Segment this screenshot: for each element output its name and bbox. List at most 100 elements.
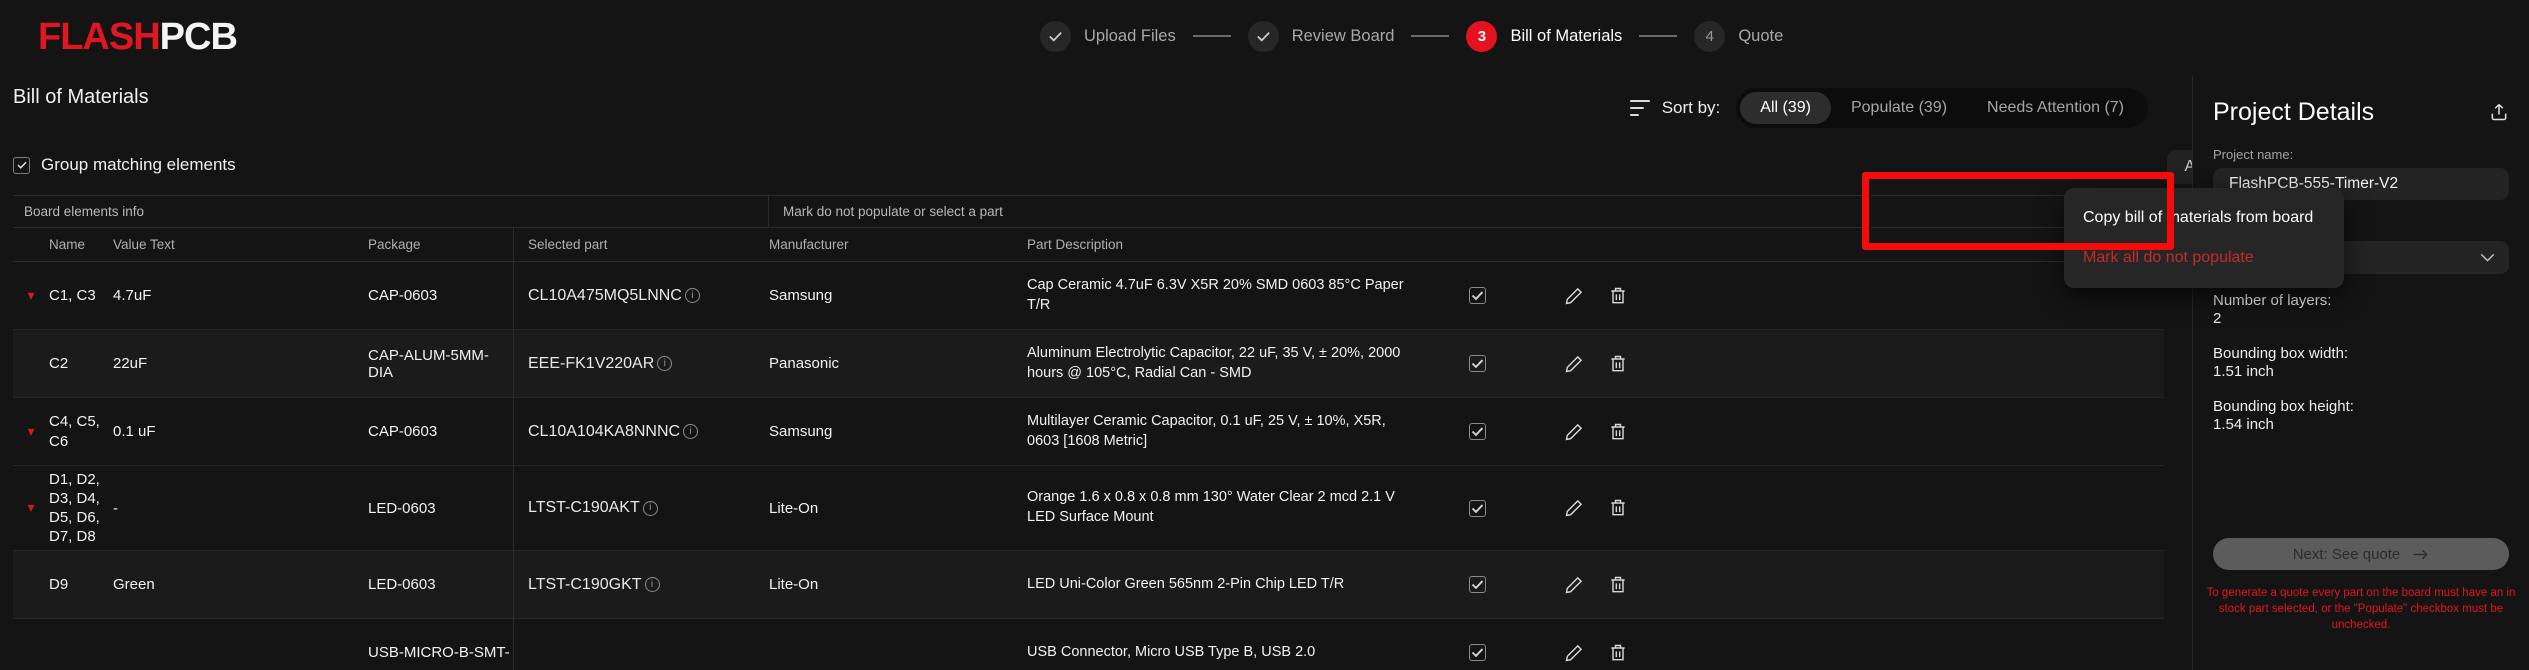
- checkbox-icon[interactable]: [13, 156, 30, 174]
- step-marker-number: 3: [1466, 20, 1498, 52]
- step-label: Quote: [1738, 26, 1784, 45]
- cell-selected-part[interactable]: EEE-FK1V220AR i: [514, 355, 769, 373]
- populate-checkbox[interactable]: [1469, 423, 1486, 440]
- sort-controls: Sort by: All (39) Populate (39) Needs At…: [1629, 88, 2148, 128]
- cell-populate[interactable]: [1427, 644, 1550, 661]
- cell-manufacturer: Lite-On: [769, 499, 819, 517]
- delete-icon[interactable]: [1608, 422, 1628, 442]
- delete-icon[interactable]: [1608, 643, 1628, 663]
- menu-item-mark-all-dnp[interactable]: Mark all do not populate: [2064, 238, 2344, 278]
- filter-needs-attention[interactable]: Needs Attention (7): [1967, 92, 2144, 124]
- delete-icon[interactable]: [1608, 354, 1628, 374]
- cell-actions: [1550, 354, 1665, 374]
- table-row[interactable]: ▾ D1, D2, D3, D4, D5, D6, D7, D8 - LED-0…: [13, 466, 2164, 551]
- logo-flash: LASH: [60, 16, 160, 58]
- bounding-box-height-label: Bounding box height:: [2213, 398, 2354, 415]
- chevron-down-icon: ▾: [27, 422, 35, 439]
- step-divider: [1639, 35, 1678, 37]
- menu-item-copy-bom[interactable]: Copy bill of materials from board: [2064, 198, 2344, 238]
- bounding-box-width-label: Bounding box width:: [2213, 345, 2349, 362]
- row-divider: [513, 619, 514, 670]
- group-matching-label: Group matching elements: [41, 155, 236, 174]
- row-expand-toggle[interactable]: ▾: [13, 499, 49, 517]
- edit-icon[interactable]: [1564, 498, 1584, 518]
- cell-populate[interactable]: [1427, 576, 1550, 593]
- step-quote[interactable]: 4 Quote: [1694, 20, 1784, 52]
- col-value-text[interactable]: Value Text: [113, 237, 368, 252]
- info-icon[interactable]: i: [644, 577, 660, 592]
- populate-checkbox[interactable]: [1469, 499, 1486, 517]
- edit-icon[interactable]: [1564, 422, 1584, 442]
- edit-icon[interactable]: [1564, 643, 1584, 663]
- table-row[interactable]: D9 Green LED-0603 LTST-C190GKT i Lite-On…: [13, 551, 2164, 619]
- populate-checkbox[interactable]: [1469, 287, 1486, 304]
- step-marker-number: 4: [1694, 20, 1726, 52]
- cell-value: Green: [113, 576, 155, 593]
- col-package[interactable]: Package: [368, 237, 513, 252]
- table-row[interactable]: C2 22uF CAP-ALUM-5MM-DIA EEE-FK1V220AR i…: [13, 330, 2164, 398]
- col-manufacturer[interactable]: Manufacturer: [769, 237, 1027, 252]
- edit-icon[interactable]: [1564, 354, 1584, 374]
- col-part-description[interactable]: Part Description: [1027, 237, 1427, 252]
- cell-name: D9: [49, 575, 69, 593]
- populate-checkbox[interactable]: [1469, 576, 1486, 593]
- sort-by-label: Sort by:: [1661, 98, 1721, 117]
- cell-manufacturer: Samsung: [769, 287, 833, 304]
- cell-name: C1, C3: [49, 286, 96, 304]
- chevron-down-icon: ▾: [27, 286, 35, 303]
- col-name[interactable]: Name: [49, 237, 113, 252]
- cell-name: C4, C5, C6: [49, 413, 100, 450]
- group-matching-elements-toggle[interactable]: Group matching elements: [13, 155, 236, 175]
- info-icon[interactable]: i: [642, 500, 658, 516]
- cell-populate[interactable]: [1427, 499, 1550, 517]
- cell-selected-part[interactable]: LTST-C190AKT i: [514, 499, 769, 517]
- cell-value: 0.1 uF: [113, 423, 156, 440]
- table-row[interactable]: USB-MICRO-B-SMT- USB Connector, Micro US…: [13, 619, 2164, 670]
- share-icon[interactable]: [2489, 102, 2509, 124]
- cell-selected-part[interactable]: CL10A475MQ5LNNC i: [514, 287, 769, 305]
- cell-description: Multilayer Ceramic Capacitor, 0.1 uF, 25…: [1027, 412, 1386, 449]
- step-label: Review Board: [1291, 26, 1395, 45]
- step-label: Upload Files: [1084, 26, 1176, 45]
- sort-icon[interactable]: [1629, 100, 1650, 116]
- edit-icon[interactable]: [1564, 575, 1584, 595]
- table-row[interactable]: ▾ C4, C5, C6 0.1 uF CAP-0603 CL10A104KA8…: [13, 398, 2164, 466]
- edit-icon[interactable]: [1564, 286, 1584, 306]
- cell-name: D1, D2, D3, D4, D5, D6, D7, D8: [49, 470, 100, 546]
- populate-checkbox[interactable]: [1469, 644, 1486, 661]
- table-group-header: Board elements info Mark do not populate…: [13, 195, 2164, 228]
- cell-manufacturer: Samsung: [769, 423, 833, 440]
- delete-icon[interactable]: [1608, 286, 1628, 306]
- filter-all[interactable]: All (39): [1740, 92, 1831, 124]
- cell-selected-part[interactable]: CL10A104KA8NNNC i: [514, 423, 769, 441]
- step-review-board[interactable]: Review Board: [1247, 20, 1395, 52]
- row-expand-toggle[interactable]: ▾: [13, 423, 49, 441]
- step-bill-of-materials[interactable]: 3 Bill of Materials: [1466, 20, 1622, 52]
- part-number: CL10A475MQ5LNNC: [528, 286, 682, 304]
- populate-checkbox[interactable]: [1469, 355, 1486, 372]
- step-upload-files[interactable]: Upload Files: [1040, 20, 1176, 52]
- arrow-right-icon: [2413, 549, 2429, 559]
- info-icon[interactable]: i: [657, 356, 673, 371]
- cell-description: USB Connector, Micro USB Type B, USB 2.0: [1027, 643, 1316, 660]
- filter-populate[interactable]: Populate (39): [1831, 92, 1967, 124]
- additional-tools-menu: Copy bill of materials from board Mark a…: [2064, 188, 2344, 288]
- cell-populate[interactable]: [1427, 423, 1550, 440]
- cell-selected-part[interactable]: LTST-C190GKT i: [514, 576, 769, 594]
- info-icon[interactable]: i: [684, 288, 700, 303]
- cell-actions: [1550, 575, 1665, 595]
- bom-table: Board elements info Mark do not populate…: [13, 195, 2164, 670]
- cell-value: -: [113, 499, 118, 517]
- quote-warning-message: To generate a quote every part on the bo…: [2206, 587, 2516, 631]
- delete-icon[interactable]: [1608, 498, 1628, 518]
- delete-icon[interactable]: [1608, 575, 1628, 595]
- next-see-quote-button[interactable]: Next: See quote: [2213, 538, 2509, 570]
- cell-populate[interactable]: [1427, 355, 1550, 372]
- info-icon[interactable]: i: [683, 424, 699, 439]
- table-row[interactable]: ▾ C1, C3 4.7uF CAP-0603 CL10A475MQ5LNNC …: [13, 262, 2164, 330]
- col-selected-part[interactable]: Selected part: [514, 237, 769, 252]
- flashpcb-logo[interactable]: FLASHPCB: [38, 16, 238, 58]
- row-expand-toggle[interactable]: ▾: [13, 287, 49, 305]
- cell-populate[interactable]: [1427, 287, 1550, 304]
- chevron-down-icon: ▾: [27, 499, 35, 515]
